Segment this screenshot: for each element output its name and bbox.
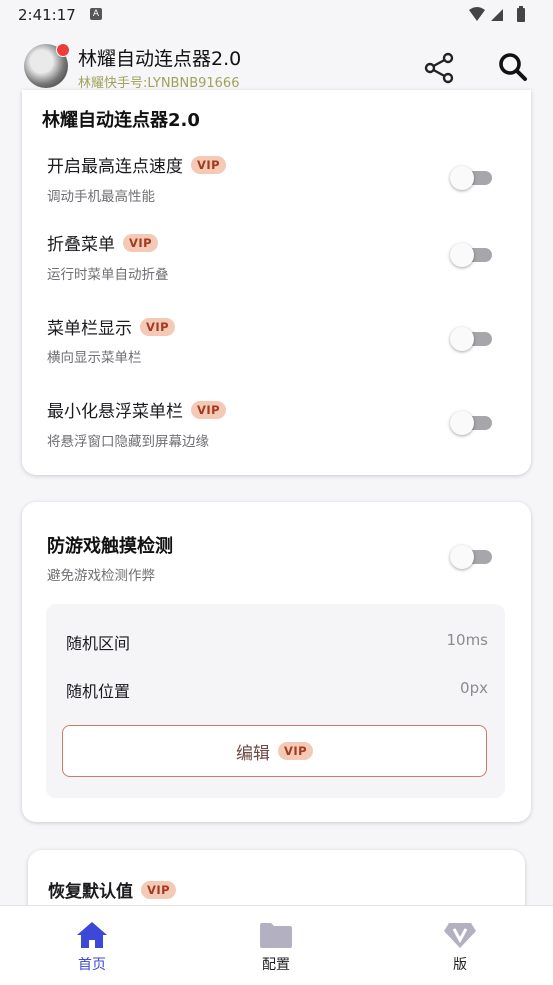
menubar-display-toggle[interactable]	[450, 327, 494, 351]
setting-label: 开启最高连点速度	[47, 157, 183, 177]
avatar[interactable]	[24, 43, 70, 88]
nav-version[interactable]: 版	[410, 920, 510, 974]
reset-label: 恢复默认值	[48, 882, 133, 902]
app-title: 林耀自动连点器2.0	[78, 48, 242, 70]
vip-badge: VIP	[140, 317, 176, 336]
notification-dot	[56, 43, 70, 57]
edit-button[interactable]: 编辑 VIP	[62, 725, 487, 777]
minimize-menu-toggle[interactable]	[450, 411, 494, 435]
folder-icon	[260, 923, 292, 948]
card-title: 防游戏触摸检测	[47, 536, 173, 557]
vip-badge: VIP	[123, 233, 159, 252]
setting-title: 恢复默认值 VIP	[48, 877, 177, 902]
notification-icon: A	[90, 8, 102, 20]
param-label: 随机位置	[66, 682, 131, 701]
param-value: 0px	[460, 679, 488, 697]
setting-title: 菜单栏显示 VIP	[47, 314, 176, 339]
settings-card: 林耀自动连点器2.0 开启最高连点速度 VIP 调动手机最高性能 折叠菜单 VI…	[22, 90, 531, 475]
card-title: 林耀自动连点器2.0	[42, 110, 200, 131]
nav-home[interactable]: 首页	[42, 920, 142, 974]
max-speed-toggle[interactable]	[450, 166, 494, 190]
home-icon	[77, 922, 107, 948]
nav-label: 配置	[262, 957, 290, 973]
status-time: 2:41:17	[18, 6, 76, 24]
bottom-nav: 首页 配置 版	[0, 905, 553, 985]
param-value: 10ms	[446, 631, 488, 649]
vip-badge: VIP	[277, 742, 314, 760]
setting-description: 横向显示菜单栏	[47, 350, 142, 366]
setting-title: 开启最高连点速度 VIP	[47, 152, 227, 177]
status-bar: 2:41:17 A	[0, 0, 553, 32]
param-label: 随机区间	[66, 634, 131, 653]
vip-badge: VIP	[191, 400, 227, 419]
anti-detect-toggle[interactable]	[450, 545, 494, 569]
setting-title: 最小化悬浮菜单栏 VIP	[47, 397, 227, 422]
param-panel: 随机区间 10ms 随机位置 0px 编辑 VIP	[46, 604, 505, 798]
diamond-v-icon	[444, 923, 476, 948]
setting-description: 将悬浮窗口隐藏到屏幕边缘	[47, 434, 209, 450]
setting-description: 避免游戏检测作弊	[47, 568, 155, 584]
setting-label: 折叠菜单	[47, 235, 115, 255]
setting-label: 菜单栏显示	[47, 319, 132, 339]
setting-description: 调动手机最高性能	[47, 189, 155, 205]
vip-badge: VIP	[191, 155, 227, 174]
nav-label: 首页	[78, 957, 106, 973]
setting-label: 最小化悬浮菜单栏	[47, 402, 183, 422]
edit-label: 编辑	[235, 743, 270, 764]
vip-badge: VIP	[141, 880, 177, 899]
anti-detect-card: 防游戏触摸检测 避免游戏检测作弊 随机区间 10ms 随机位置 0px 编辑 V…	[22, 502, 531, 822]
app-subtitle: 林耀快手号:LYNBNB91666	[78, 76, 240, 91]
share-icon[interactable]	[422, 52, 456, 84]
nav-config[interactable]: 配置	[226, 920, 326, 974]
nav-label: 版	[453, 957, 467, 973]
search-icon[interactable]	[496, 50, 530, 84]
setting-title: 折叠菜单 VIP	[47, 230, 159, 255]
status-icons	[469, 6, 525, 22]
fold-menu-toggle[interactable]	[450, 243, 494, 267]
setting-description: 运行时菜单自动折叠	[47, 267, 169, 283]
